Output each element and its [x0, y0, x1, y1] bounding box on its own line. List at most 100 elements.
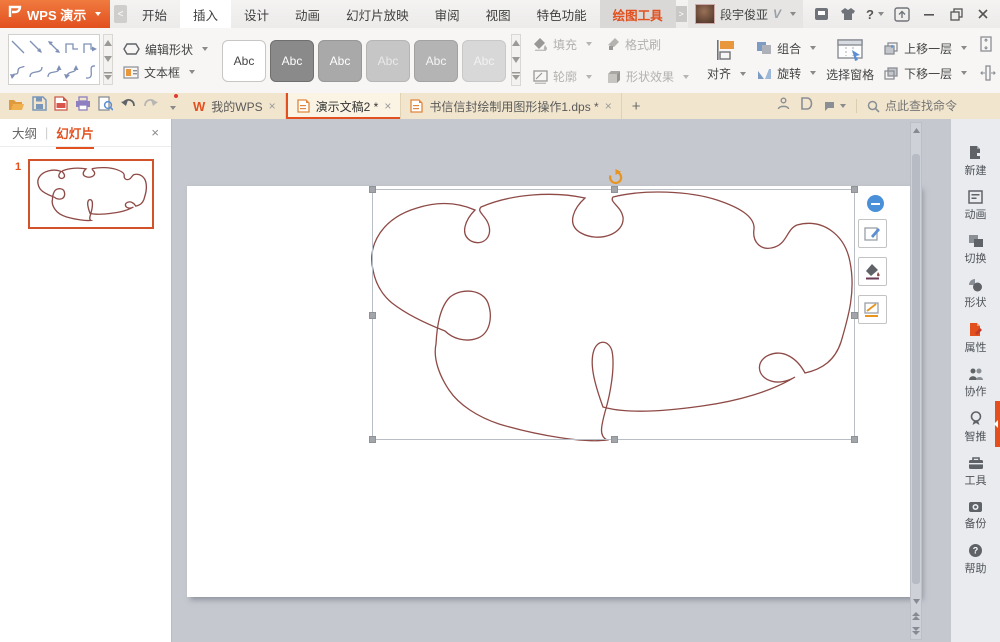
- outline-button[interactable]: 轮廓: [533, 61, 592, 94]
- undo-icon[interactable]: [120, 97, 136, 115]
- send-backward-button[interactable]: 下移一层: [884, 65, 967, 82]
- collapse-float-toolbar-button[interactable]: [867, 195, 884, 212]
- print-icon[interactable]: [75, 96, 91, 116]
- tab-design[interactable]: 设计: [231, 0, 282, 28]
- ribbon-back-button[interactable]: <: [114, 5, 127, 23]
- fill-color-button[interactable]: [858, 257, 887, 286]
- sidebar-item-tools[interactable]: 工具: [965, 456, 987, 488]
- next-slide-icon[interactable]: [910, 624, 922, 639]
- shape-style-3[interactable]: Abc: [318, 40, 362, 82]
- double-arrow-line-icon[interactable]: [45, 35, 63, 60]
- sidebar-item-new[interactable]: 新建: [965, 145, 987, 178]
- selection-pane-group[interactable]: 选择窗格: [820, 28, 880, 93]
- resize-handle-nw[interactable]: [369, 186, 376, 193]
- shape-effects-button[interactable]: 形状效果: [606, 61, 689, 94]
- fill-button[interactable]: 填充: [533, 28, 592, 61]
- doc-tab-my-wps[interactable]: W 我的WPS ×: [184, 93, 286, 119]
- resize-handle-s[interactable]: [611, 436, 618, 443]
- scroll-up-icon[interactable]: [910, 123, 922, 138]
- close-tab-icon[interactable]: ×: [269, 99, 276, 113]
- save-icon[interactable]: [32, 96, 47, 116]
- tab-slides[interactable]: 幻灯片: [56, 123, 94, 142]
- sidebar-item-animation[interactable]: 动画: [965, 190, 987, 222]
- search-input[interactable]: [885, 99, 990, 113]
- export-pdf-icon[interactable]: [54, 96, 68, 116]
- scrollbar-thumb[interactable]: [912, 154, 920, 584]
- resize-handle-e[interactable]: [851, 312, 858, 319]
- style-more-icon[interactable]: [512, 68, 520, 85]
- bring-forward-button[interactable]: 上移一层: [884, 40, 967, 57]
- shape-style-1[interactable]: Abc: [222, 40, 266, 82]
- edit-shape-button[interactable]: 编辑形状: [123, 41, 208, 58]
- command-search[interactable]: [856, 99, 990, 113]
- context-tab-expand-icon[interactable]: >: [676, 6, 687, 22]
- restore-button[interactable]: [947, 5, 965, 23]
- tab-home[interactable]: 开始: [129, 0, 180, 28]
- tab-outline[interactable]: 大纲: [12, 123, 37, 142]
- resize-handle-w[interactable]: [369, 312, 376, 319]
- shape-style-5[interactable]: Abc: [414, 40, 458, 82]
- shape-style-2[interactable]: Abc: [270, 40, 314, 82]
- arrow-line-icon[interactable]: [27, 35, 45, 60]
- sidebar-item-shapes[interactable]: 形状: [965, 278, 987, 310]
- curve-icon[interactable]: [27, 60, 45, 85]
- panel-close-icon[interactable]: ×: [151, 125, 159, 140]
- sidebar-item-properties[interactable]: 属性: [965, 322, 987, 355]
- close-tab-icon[interactable]: ×: [384, 99, 391, 113]
- minimize-button[interactable]: [920, 5, 938, 23]
- user-account[interactable]: 段宇俊亚 V: [688, 0, 803, 28]
- sidebar-item-help[interactable]: ? 帮助: [965, 543, 987, 576]
- help-button[interactable]: ?: [866, 5, 884, 23]
- close-button[interactable]: [974, 5, 992, 23]
- style-scroll-up-icon[interactable]: [512, 35, 520, 52]
- sidebar-item-smart-recommend[interactable]: 智推: [965, 411, 987, 444]
- message-icon[interactable]: [812, 5, 830, 23]
- user-avatar[interactable]: [695, 4, 715, 24]
- rotate-handle[interactable]: [607, 169, 624, 191]
- resize-handle-se[interactable]: [851, 436, 858, 443]
- editing-canvas[interactable]: [172, 119, 950, 642]
- selection-box[interactable]: [372, 189, 855, 440]
- resize-handle-ne[interactable]: [851, 186, 858, 193]
- close-tab-icon[interactable]: ×: [605, 99, 612, 113]
- curve-double-arrow-icon[interactable]: [63, 60, 81, 85]
- share-icon[interactable]: [777, 97, 790, 115]
- canvas-vertical-scrollbar[interactable]: [910, 122, 922, 640]
- tab-view[interactable]: 视图: [473, 0, 524, 28]
- tab-insert[interactable]: 插入: [180, 0, 231, 28]
- shape-style-4[interactable]: Abc: [366, 40, 410, 82]
- edit-points-button[interactable]: [858, 219, 887, 248]
- tab-animation[interactable]: 动画: [282, 0, 333, 28]
- align-group[interactable]: 对齐: [701, 28, 752, 93]
- resize-handle-sw[interactable]: [369, 436, 376, 443]
- selection-pane-button[interactable]: 选择窗格: [826, 66, 874, 83]
- group-button[interactable]: 组合: [756, 40, 816, 57]
- new-tab-button[interactable]: +: [622, 93, 651, 119]
- doc-tab-presentation2[interactable]: 演示文稿2 * ×: [286, 93, 402, 119]
- docer-icon[interactable]: [800, 97, 813, 115]
- feedback-icon[interactable]: [823, 100, 846, 113]
- skin-shirt-icon[interactable]: [839, 5, 857, 23]
- tab-review[interactable]: 审阅: [422, 0, 473, 28]
- tab-slideshow[interactable]: 幻灯片放映: [333, 0, 422, 28]
- gallery-more-icon[interactable]: [104, 68, 112, 84]
- text-box-button[interactable]: 文本框: [123, 64, 208, 81]
- rotate-button[interactable]: 旋转: [756, 65, 816, 82]
- sidebar-item-collaboration[interactable]: 协作: [965, 367, 987, 399]
- freeform-curve-icon[interactable]: [81, 60, 99, 85]
- outline-color-button[interactable]: [858, 295, 887, 324]
- sidebar-item-transition[interactable]: 切换: [965, 234, 987, 266]
- scroll-down-icon[interactable]: [910, 594, 922, 609]
- shape-style-6[interactable]: Abc: [462, 40, 506, 82]
- gallery-scroll-down-icon[interactable]: [104, 51, 112, 67]
- collaboration-flag-marker[interactable]: [995, 401, 1000, 447]
- line-icon[interactable]: [9, 35, 27, 60]
- distribute-columns-icon[interactable]: [980, 65, 996, 86]
- format-painter-button[interactable]: 格式刷: [606, 28, 689, 61]
- previous-slide-icon[interactable]: [910, 609, 922, 624]
- open-file-icon[interactable]: [8, 97, 25, 116]
- app-logo[interactable]: WPS 演示: [0, 0, 110, 28]
- gallery-scroll-up-icon[interactable]: [104, 35, 112, 51]
- slide-thumbnail[interactable]: [28, 159, 154, 229]
- elbow-arrow-connector-icon[interactable]: [81, 35, 99, 60]
